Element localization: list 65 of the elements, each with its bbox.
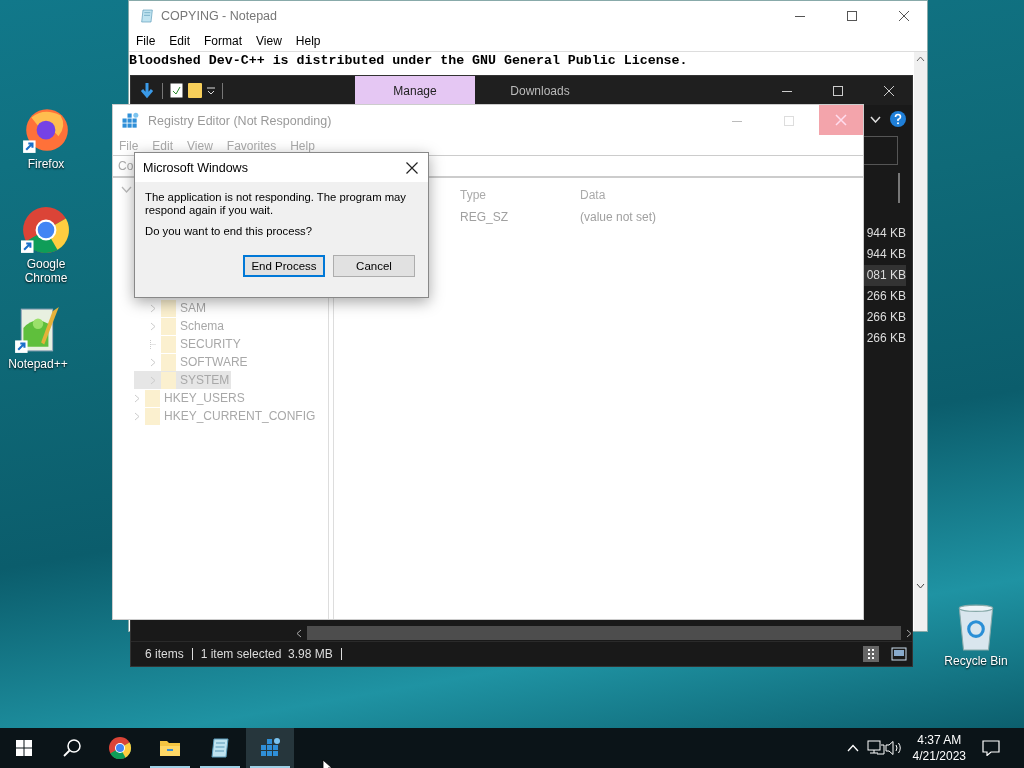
folder-icon: [145, 407, 160, 425]
chevron-down-icon[interactable]: [870, 115, 881, 123]
window-title: COPYING - Notepad: [161, 9, 277, 23]
menu-item[interactable]: Edit: [169, 34, 191, 48]
properties-icon[interactable]: [170, 83, 183, 98]
volume-icon[interactable]: [884, 740, 903, 756]
chrome-icon: [108, 736, 132, 760]
notifications-icon[interactable]: [982, 740, 1000, 756]
desktop-icon-label[interactable]: Notepad++: [8, 357, 68, 371]
desktop-icon-label[interactable]: Firefox: [27, 157, 65, 171]
notepad-icon: [139, 8, 155, 24]
status-text: 1 item selected 3.98 MB: [200, 647, 333, 661]
desktop-icon-label[interactable]: Recycle Bin: [944, 654, 1008, 668]
scroll-up-icon[interactable]: [916, 56, 925, 62]
menu-item[interactable]: File: [136, 34, 156, 48]
details-view-icon[interactable]: [863, 646, 879, 662]
scrollbar-thumb[interactable]: [898, 173, 900, 203]
table-cell-text: REG_SZ: [460, 210, 509, 224]
file-size: 944 KB: [865, 225, 906, 242]
chevron-up-icon[interactable]: [846, 744, 859, 752]
file-size: 266 KB: [865, 330, 906, 347]
large-icons-view-icon[interactable]: [891, 647, 907, 661]
table-cell-text: (value not set): [580, 210, 658, 224]
notepad-icon[interactable]: [208, 736, 232, 760]
dialog-question: Do you want to end this process?: [145, 225, 314, 238]
folder-icon: [161, 335, 176, 353]
clock-date[interactable]: 4/21/2023: [912, 748, 966, 764]
menu-item[interactable]: Help: [295, 34, 321, 48]
help-icon[interactable]: [890, 111, 906, 127]
clock-time[interactable]: 4:37 AM: [917, 732, 962, 748]
status-text: 6 items: [145, 647, 184, 661]
registry-icon[interactable]: [120, 111, 140, 131]
folder-icon: [161, 299, 176, 317]
folder-icon: [161, 371, 176, 389]
scrollbar[interactable]: [914, 52, 927, 631]
network-icon[interactable]: [866, 740, 885, 756]
scroll-left-icon[interactable]: [296, 628, 302, 638]
dialog-message: The application is not responding. The program may respond again if you wait.: [145, 191, 408, 217]
file-size: 081 KB: [862, 265, 906, 286]
file-size: 266 KB: [865, 309, 906, 326]
maximize-icon[interactable]: [846, 10, 858, 22]
file-size: 266 KB: [865, 288, 906, 305]
horizontal-scrollbar[interactable]: [307, 626, 901, 640]
ribbon-tab[interactable]: Downloads: [480, 76, 600, 105]
dialog-button[interactable]: End Process: [243, 255, 325, 277]
dialog-title: Microsoft Windows: [143, 160, 248, 175]
close-icon[interactable]: [898, 10, 910, 22]
desktop-icon-label[interactable]: Google Chrome: [14, 257, 78, 285]
folder-icon: [161, 317, 176, 335]
scroll-down-icon[interactable]: [916, 583, 925, 589]
file-size: 944 KB: [865, 246, 906, 263]
ribbon-tab[interactable]: Manage: [355, 76, 475, 105]
taskbar-button[interactable]: [246, 728, 294, 768]
text-line: Bloodshed Dev-C++ is distributed under the GNU General Public License.: [129, 54, 689, 68]
menu-item[interactable]: Format: [204, 34, 243, 48]
folder-icon: [145, 389, 160, 407]
scroll-right-icon[interactable]: [906, 628, 912, 638]
dropdown-icon[interactable]: [207, 86, 215, 95]
dialog-button[interactable]: Cancel: [333, 255, 415, 277]
menu-item[interactable]: View: [256, 34, 282, 48]
chrome-icon: [21, 205, 71, 255]
download-arrow-icon[interactable]: [139, 81, 155, 100]
window-title: Registry Editor (Not Responding): [148, 114, 332, 128]
close-icon[interactable]: [406, 161, 418, 174]
folder-icon: [161, 353, 176, 371]
